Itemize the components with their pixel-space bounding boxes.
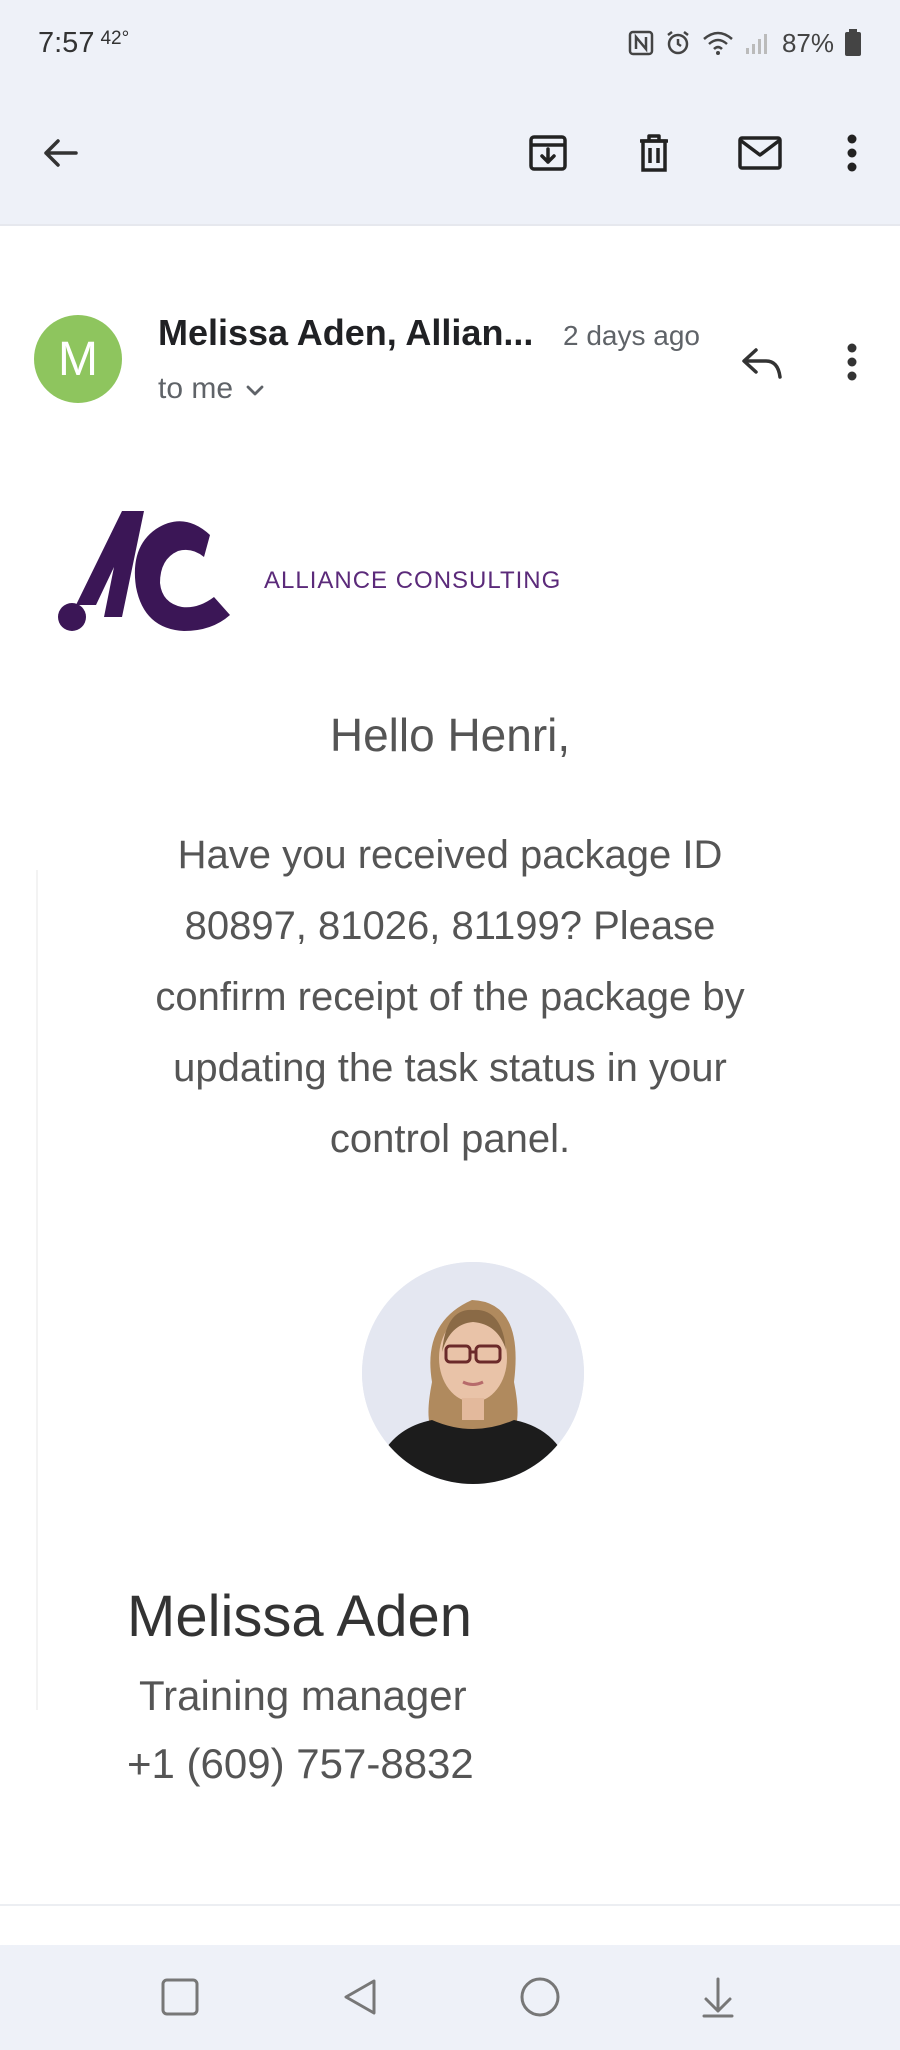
- chevron-down-icon: [245, 372, 265, 406]
- status-bar: 7:57 42° 87%: [0, 0, 900, 86]
- notifications-down-icon: [696, 1975, 740, 2024]
- recent-apps-button[interactable]: [148, 1967, 212, 2031]
- nfc-icon: [628, 30, 654, 56]
- email-toolbar: [0, 86, 900, 224]
- message-line: 80897, 81026, 81199? Please: [184, 904, 716, 948]
- battery-percent: 87%: [781, 27, 834, 58]
- more-vert-icon: [846, 134, 858, 177]
- delete-button[interactable]: [618, 119, 690, 191]
- reply-button[interactable]: [728, 330, 796, 398]
- archive-icon: [527, 132, 569, 179]
- recent-apps-icon: [158, 1975, 202, 2024]
- status-time-group: 7:57 42°: [38, 27, 129, 60]
- logo-wordmark: ALLIANCE CONSULTING: [264, 567, 562, 594]
- back-arrow-icon: [40, 133, 80, 178]
- email-timestamp: 2 days ago: [563, 320, 700, 351]
- home-button[interactable]: [508, 1967, 572, 2031]
- signature-name: Melissa Aden: [127, 1584, 472, 1649]
- sender-avatar[interactable]: M: [34, 315, 122, 403]
- alliance-consulting-logo: ALLIANCE CONSULTING: [52, 505, 592, 645]
- more-vert-icon: [846, 343, 858, 386]
- sender-name[interactable]: Melissa Aden, Allian...: [158, 312, 533, 354]
- signal-icon: [744, 30, 772, 56]
- recipient-details-toggle[interactable]: to me: [158, 372, 265, 406]
- back-icon: [338, 1975, 382, 2024]
- status-temperature: 42°: [100, 27, 130, 49]
- message-more-button[interactable]: [818, 330, 886, 398]
- mark-unread-icon: [737, 135, 783, 176]
- status-icons: 87%: [628, 28, 862, 59]
- more-options-button[interactable]: [816, 119, 888, 191]
- email-greeting: Hello Henri,: [329, 709, 571, 761]
- email-bottom-divider: [0, 1904, 900, 1906]
- mark-unread-button[interactable]: [724, 119, 796, 191]
- message-line: control panel.: [329, 1117, 571, 1161]
- email-message: Have you received package ID 80897, 8102…: [100, 820, 800, 1175]
- ac-logo-mark: [58, 511, 230, 631]
- notification-panel-button[interactable]: [686, 1967, 750, 2031]
- nav-back-button[interactable]: [328, 1967, 392, 2031]
- signature-title: Training manager: [139, 1672, 467, 1719]
- email-header: M Melissa Aden, Allian... 2 days ago to …: [0, 300, 900, 420]
- back-button[interactable]: [24, 119, 96, 191]
- archive-button[interactable]: [512, 119, 584, 191]
- message-line: confirm receipt of the package by: [155, 975, 745, 1019]
- system-nav-bar: [0, 1945, 900, 2050]
- reply-icon: [740, 344, 784, 385]
- message-line: updating the task status in your: [173, 1046, 727, 1090]
- signature-phone[interactable]: +1 (609) 757-8832: [127, 1740, 474, 1788]
- status-time: 7:57: [38, 26, 95, 59]
- home-icon: [518, 1975, 562, 2024]
- recipient-label: to me: [158, 372, 234, 405]
- delete-icon: [634, 132, 674, 179]
- toolbar-divider: [0, 224, 900, 226]
- signature-photo: [362, 1262, 584, 1484]
- quote-rule: [36, 870, 38, 1710]
- alarm-icon: [664, 29, 692, 57]
- battery-icon: [844, 29, 862, 57]
- message-line: Have you received package ID: [177, 833, 723, 877]
- wifi-icon: [702, 30, 734, 56]
